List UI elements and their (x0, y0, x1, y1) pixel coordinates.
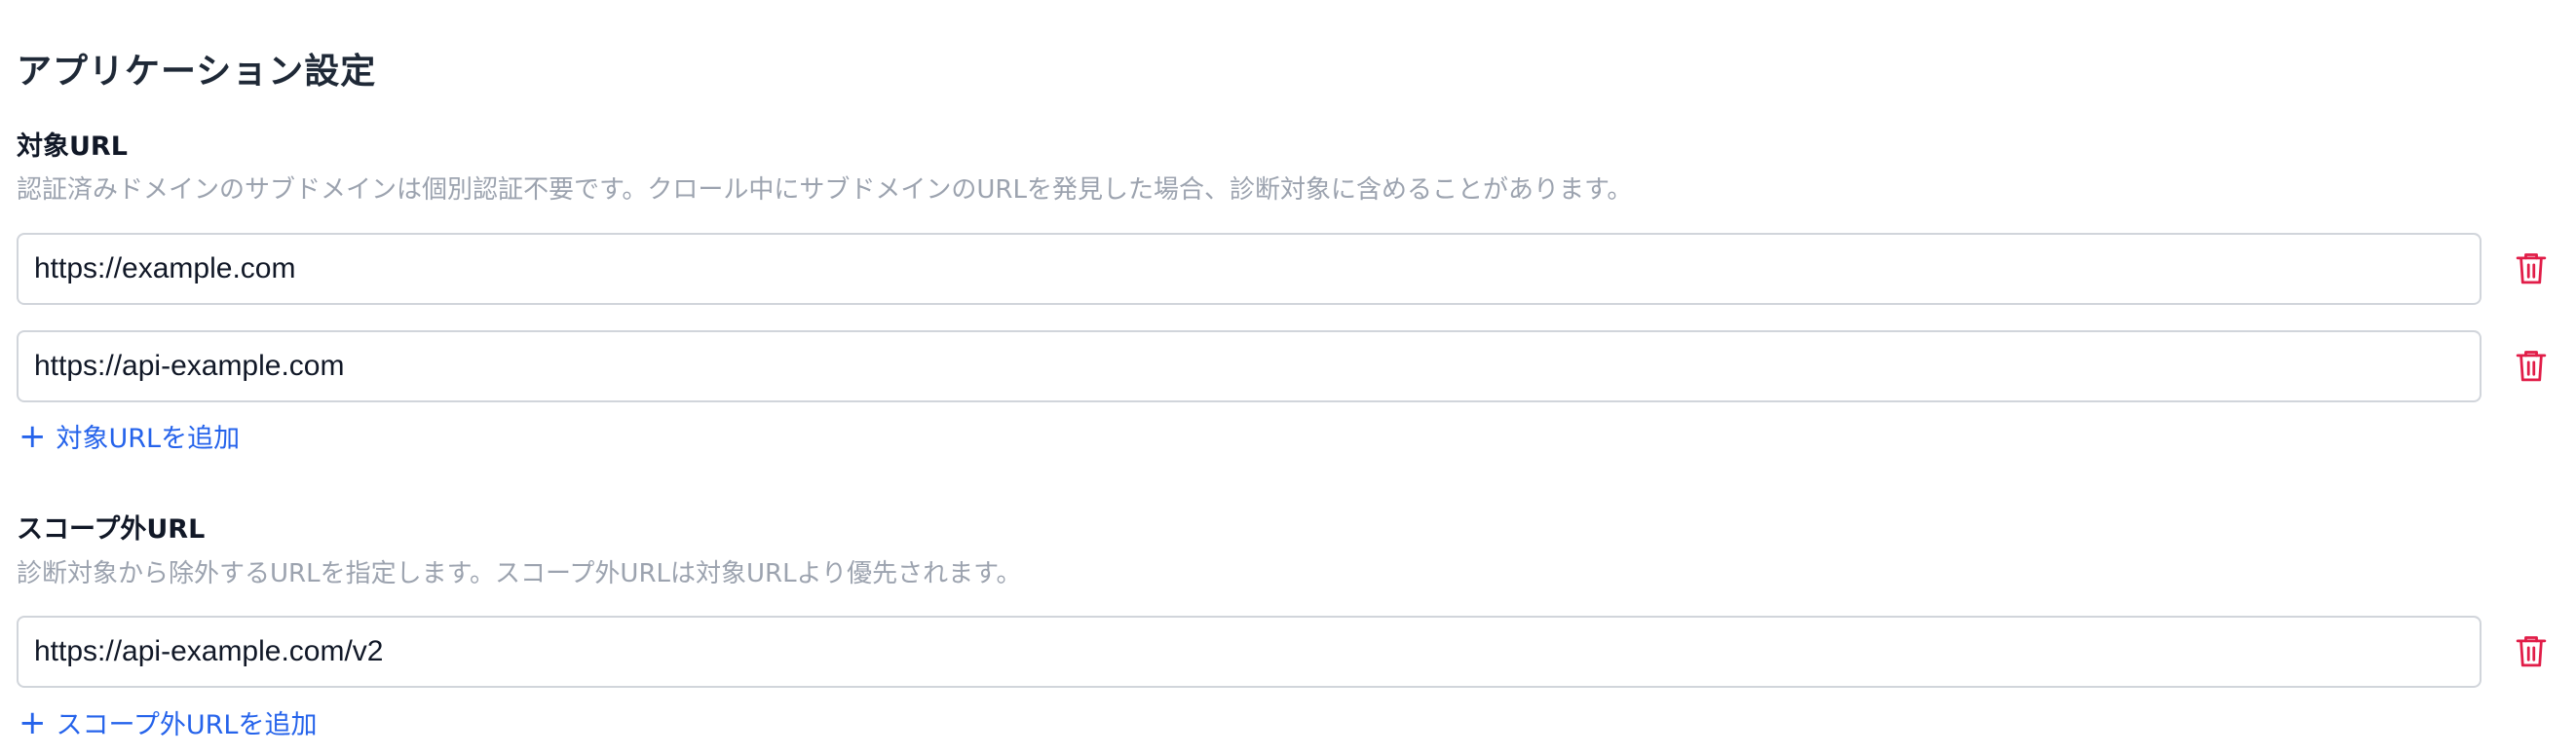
page-title: アプリケーション設定 (17, 52, 377, 93)
target-url-input[interactable] (17, 330, 2481, 402)
target-url-description: 認証済みドメインのサブドメインは個別認証不要です。クロール中にサブドメインのUR… (17, 175, 1633, 205)
out-of-scope-url-label: スコープ外URL (17, 514, 206, 545)
target-url-input[interactable] (17, 233, 2481, 305)
plus-icon: + (19, 416, 47, 456)
target-url-row (17, 233, 2554, 305)
add-target-url-label: 対象URLを追加 (56, 424, 241, 454)
plus-icon: + (19, 702, 47, 742)
out-of-scope-url-row (17, 616, 2554, 688)
out-of-scope-url-input[interactable] (17, 616, 2481, 688)
add-out-of-scope-url-label: スコープ外URLを追加 (56, 710, 318, 740)
trash-icon (2516, 253, 2547, 284)
target-url-row (17, 330, 2554, 402)
delete-target-url-button[interactable] (2515, 349, 2550, 384)
add-out-of-scope-url-button[interactable]: + スコープ外URLを追加 (19, 703, 317, 741)
out-of-scope-url-description: 診断対象から除外するURLを指定します。スコープ外URLは対象URLより優先され… (17, 559, 1022, 588)
trash-icon (2516, 636, 2547, 667)
delete-out-of-scope-url-button[interactable] (2515, 634, 2550, 669)
delete-target-url-button[interactable] (2515, 251, 2550, 286)
add-target-url-button[interactable]: + 対象URLを追加 (19, 417, 240, 455)
target-url-label: 対象URL (17, 132, 128, 162)
trash-icon (2516, 351, 2547, 382)
